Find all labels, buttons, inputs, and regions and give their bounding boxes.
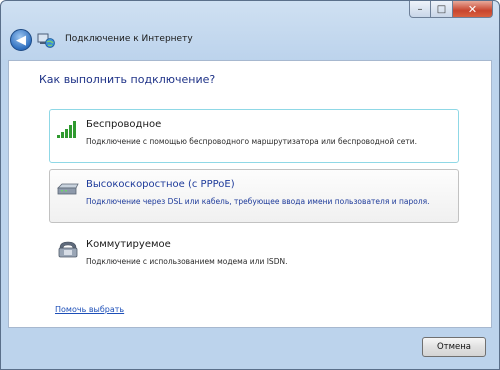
option-dialup[interactable]: Коммутируемое Подключение с использовани…	[49, 229, 459, 269]
option-title: Высокоскоростное (с PPPoE)	[86, 179, 235, 190]
content-pane: Как выполнить подключение? Беспроводное …	[8, 60, 492, 328]
option-description: Подключение через DSL или кабель, требую…	[86, 197, 430, 206]
title-bar[interactable]: – □ ✕ ◀ Подключение к Интернету	[1, 1, 499, 59]
minimize-button[interactable]: –	[409, 1, 431, 18]
maximize-button[interactable]: □	[431, 1, 453, 18]
wireless-signal-icon	[57, 121, 76, 138]
back-arrow-button[interactable]: ◀	[10, 29, 32, 51]
option-wireless[interactable]: Беспроводное Подключение с помощью беспр…	[49, 109, 459, 163]
option-description: Подключение с использованием модема или …	[86, 257, 288, 266]
button-bar: Отмена	[8, 328, 492, 365]
wizard-title: Подключение к Интернету	[65, 34, 193, 44]
option-title: Беспроводное	[86, 119, 162, 130]
caption-buttons: – □ ✕	[409, 1, 493, 18]
back-arrow-icon: ◀	[16, 32, 26, 48]
option-description: Подключение с помощью беспроводного марш…	[86, 137, 417, 146]
broadband-modem-icon	[57, 183, 79, 195]
dialup-phone-icon	[58, 241, 78, 258]
cancel-button[interactable]: Отмена	[422, 337, 486, 357]
option-broadband[interactable]: Высокоскоростное (с PPPoE) Подключение ч…	[49, 169, 459, 223]
option-title: Коммутируемое	[86, 239, 171, 250]
help-choose-link[interactable]: Помочь выбрать	[55, 305, 124, 314]
close-button[interactable]: ✕	[453, 1, 493, 18]
page-heading: Как выполнить подключение?	[39, 73, 216, 86]
wizard-window: – □ ✕ ◀ Подключение к Интернету Как выпо…	[0, 0, 500, 370]
network-globe-icon	[37, 33, 55, 48]
